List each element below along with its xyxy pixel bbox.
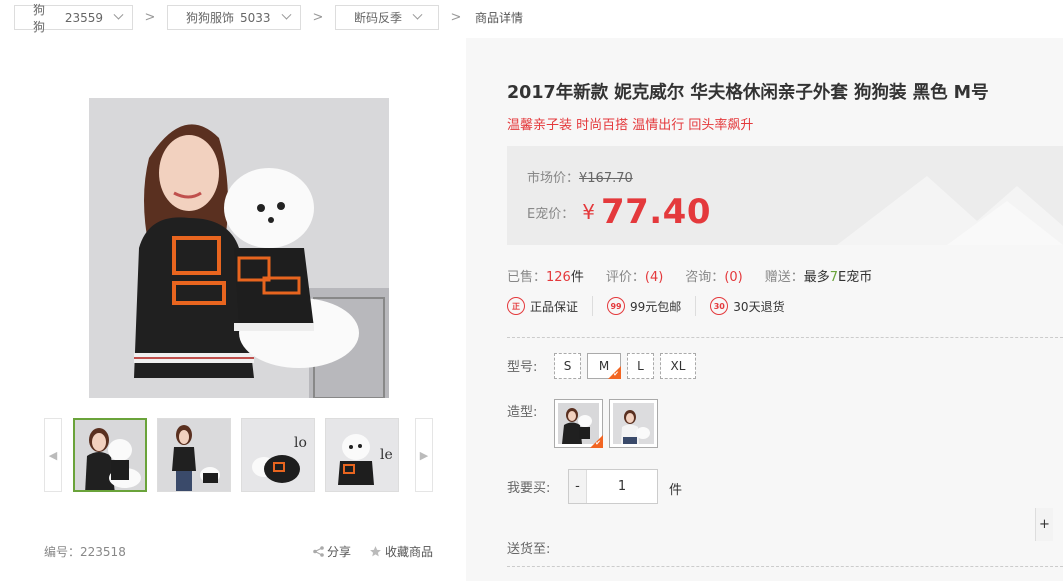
- star-icon: [370, 546, 381, 557]
- size-option-l[interactable]: L: [627, 353, 654, 379]
- size-option-label: L: [637, 359, 644, 373]
- currency-symbol: ¥: [582, 200, 595, 224]
- breadcrumb-separator: >: [144, 10, 156, 25]
- service-authentic: 正 正品保证: [507, 296, 594, 316]
- consult-count[interactable]: 咨询：(0): [685, 266, 742, 285]
- breadcrumb-separator: >: [450, 10, 462, 25]
- divider: [507, 566, 1063, 567]
- breadcrumb-category-dogs[interactable]: 狗狗 23559: [14, 3, 133, 34]
- price-box: 市场价：¥167.70 E宠价： ¥ 77.40: [507, 146, 1063, 245]
- check-icon: ✔: [613, 370, 619, 378]
- thumbnail-prev-button[interactable]: ◀: [44, 418, 62, 492]
- share-icon: [313, 546, 324, 557]
- chevron-down-icon: [412, 9, 423, 20]
- thumbnail-1[interactable]: [73, 418, 147, 492]
- chevron-down-icon: [113, 9, 124, 20]
- main-product-image[interactable]: [89, 98, 389, 398]
- service-guarantees: 正 正品保证 99 99元包邮 30 30天退货: [507, 296, 813, 316]
- breadcrumb-category-dog-clothing[interactable]: 狗狗服饰 5033: [167, 5, 301, 30]
- review-value: (4): [644, 270, 664, 285]
- market-price-label: 市场价：: [527, 171, 580, 186]
- product-code: 编号：223518: [44, 543, 126, 560]
- quantity-decrease-button[interactable]: -: [569, 470, 587, 503]
- service-free-shipping: 99 99元包邮: [607, 296, 697, 316]
- arrow-right-icon: ▶: [419, 448, 429, 462]
- quantity-increase-button[interactable]: +: [1035, 508, 1053, 541]
- review-count[interactable]: 评价：(4): [606, 266, 663, 285]
- chevron-down-icon: [281, 9, 292, 20]
- market-price-value: ¥167.70: [579, 171, 633, 186]
- divider: [507, 337, 1063, 338]
- style-option-1[interactable]: ✔: [554, 399, 603, 448]
- quantity-input[interactable]: 1: [587, 470, 657, 503]
- size-label: 型号:: [507, 360, 538, 375]
- breadcrumb-count: 5033: [240, 10, 271, 25]
- thumbnail-2[interactable]: [157, 418, 231, 492]
- delivery-label: 送货至:: [507, 542, 551, 557]
- breadcrumb-current: 商品详情: [475, 11, 524, 25]
- truck-icon: 99: [607, 297, 626, 315]
- favorite-button[interactable]: 收藏商品: [369, 543, 433, 560]
- gift-suffix: E宠币: [838, 270, 873, 285]
- breadcrumb-label: 断码反季: [354, 11, 403, 25]
- service-label: 正品保证: [530, 299, 579, 314]
- breadcrumb-label: 狗狗服饰: [186, 11, 235, 25]
- size-option-s[interactable]: S: [554, 353, 581, 379]
- size-option-xl[interactable]: XL: [660, 353, 696, 379]
- breadcrumb-count: 23559: [64, 10, 104, 25]
- service-30-day-return: 30 30天退货: [710, 296, 798, 316]
- svg-text:le: le: [380, 447, 393, 463]
- quantity-stepper: - 1 +: [568, 469, 1053, 541]
- gift-label: 赠送：: [764, 270, 804, 285]
- quantity-label: 我要买:: [507, 481, 551, 496]
- style-label: 造型:: [507, 405, 538, 420]
- e-price-value: 77.40: [600, 192, 711, 232]
- product-code-label: 编号：: [44, 545, 81, 559]
- share-button[interactable]: 分享: [313, 543, 351, 560]
- consult-value: (0): [724, 270, 743, 285]
- return-30-icon: 30: [710, 297, 729, 315]
- share-label: 分享: [327, 545, 352, 559]
- gift-points: 赠送：最多7E宠币: [765, 266, 873, 285]
- e-price-label: E宠价：: [527, 206, 575, 222]
- breadcrumb-separator: >: [312, 10, 324, 25]
- size-option-m[interactable]: M ✔: [587, 353, 621, 379]
- e-price: E宠价： ¥ 77.40: [527, 192, 711, 232]
- review-label: 评价：: [605, 270, 645, 285]
- arrow-left-icon: ◀: [48, 448, 58, 462]
- breadcrumb: 狗狗 23559 > 狗狗服饰 5033 > 断码反季 > 商品详情: [14, 3, 524, 34]
- product-code-value: 223518: [80, 545, 126, 559]
- sold-label: 已售：: [507, 270, 547, 285]
- sold-count: 已售：126件: [507, 266, 584, 285]
- gift-prefix: 最多: [803, 270, 830, 285]
- svg-text:lo: lo: [294, 435, 307, 451]
- size-selector: S M ✔ L XL: [554, 353, 696, 379]
- check-icon: ✔: [595, 439, 601, 447]
- style-selector: ✔: [554, 399, 658, 448]
- sales-stats: 已售：126件 评价：(4) 咨询：(0) 赠送：最多7E宠币: [507, 266, 894, 285]
- thumbnail-next-button[interactable]: ▶: [415, 418, 433, 492]
- product-subtitle: 温馨亲子装 时尚百搭 温情出行 回头率飙升: [507, 118, 754, 133]
- service-label: 99元包邮: [630, 299, 682, 314]
- quantity-unit: 件: [669, 483, 683, 498]
- service-label: 30天退货: [733, 299, 785, 314]
- market-price: 市场价：¥167.70: [527, 167, 633, 186]
- breadcrumb-label: 狗狗: [33, 2, 46, 34]
- gift-value: 7: [829, 270, 839, 285]
- style-option-2[interactable]: [609, 399, 658, 448]
- thumbnail-4[interactable]: le: [325, 418, 399, 492]
- size-option-label: S: [563, 359, 572, 373]
- sold-value: 126: [546, 270, 571, 285]
- size-option-label: XL: [670, 359, 686, 373]
- sold-unit: 件: [570, 270, 584, 285]
- consult-label: 咨询：: [685, 270, 725, 285]
- thumbnail-3[interactable]: lo: [241, 418, 315, 492]
- product-title: 2017年新款 妮克威尔 华夫格休闲亲子外套 狗狗装 黑色 M号: [507, 83, 989, 103]
- shield-icon: 正: [507, 297, 525, 315]
- breadcrumb-category-clearance[interactable]: 断码反季: [335, 5, 439, 30]
- favorite-label: 收藏商品: [385, 545, 434, 559]
